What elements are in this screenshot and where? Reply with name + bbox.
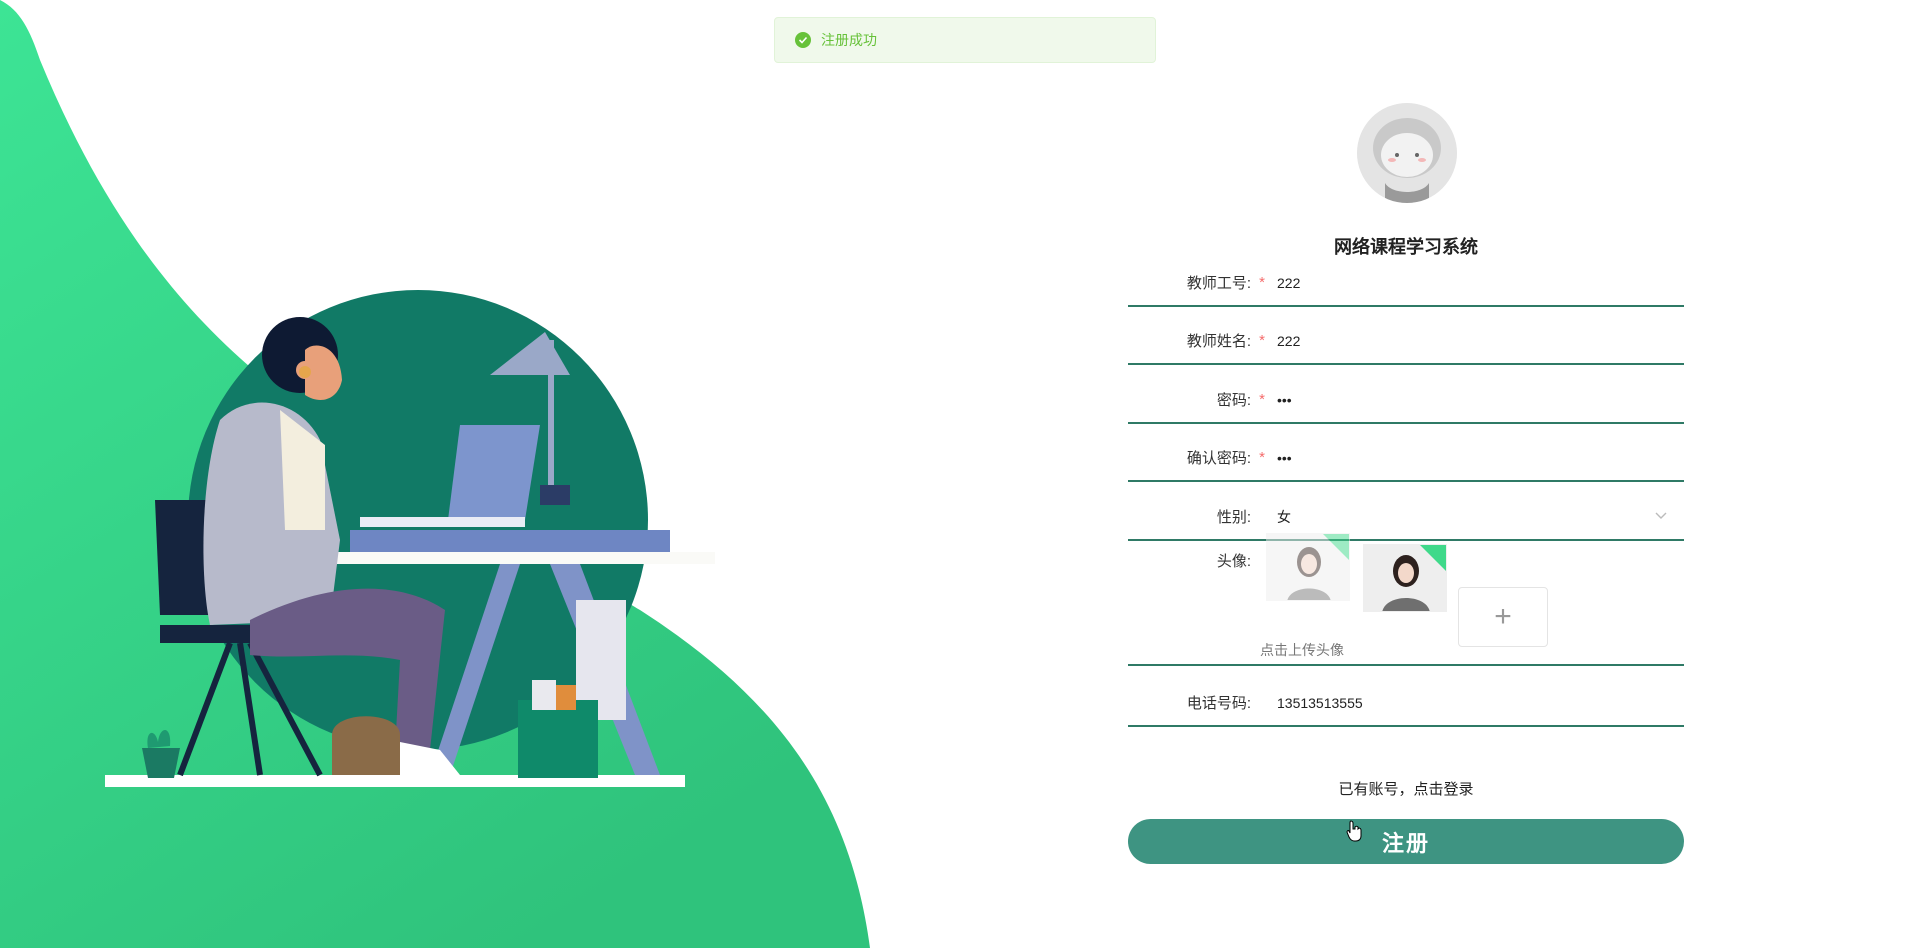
avatar-label: 头像: (1216, 553, 1251, 570)
password-input[interactable]: ••• (1277, 392, 1292, 408)
hand-cursor-icon (1346, 820, 1362, 842)
avatar-thumbnail[interactable] (1363, 544, 1447, 612)
avatar-upload-field: 头像: + 点击上传头像 (1128, 530, 1684, 666)
phone-label: 电话号码: (1186, 695, 1251, 712)
confirm-password-input[interactable]: ••• (1277, 450, 1292, 466)
phone-input[interactable]: 13513513555 (1277, 695, 1363, 711)
teacher-name-label: 教师姓名: (1186, 333, 1251, 350)
avatar-add-button[interactable]: + (1458, 587, 1548, 647)
password-label: 密码: (1216, 392, 1251, 409)
teacher-id-label: 教师工号: (1186, 275, 1251, 292)
avatar-thumbnail-dragging[interactable] (1266, 533, 1350, 601)
phone-field[interactable]: 电话号码: 13513513555 (1128, 680, 1684, 727)
teacher-name-input[interactable]: 222 (1277, 333, 1300, 349)
system-title: 网络课程学习系统 (1334, 237, 1478, 257)
required-mark: * (1259, 274, 1265, 291)
system-logo-avatar (1357, 103, 1457, 203)
woman-working-illustration (105, 290, 715, 787)
gender-label: 性别: (1216, 509, 1251, 526)
upload-avatar-hint[interactable]: 点击上传头像 (1260, 640, 1344, 660)
password-field[interactable]: 密码: * ••• (1128, 377, 1684, 424)
teacher-id-field[interactable]: 教师工号: * 222 (1128, 260, 1684, 307)
success-check-icon (795, 32, 811, 48)
confirm-password-label: 确认密码: (1186, 450, 1251, 467)
required-mark: * (1259, 449, 1265, 466)
gender-value[interactable]: 女 (1277, 507, 1291, 527)
chevron-down-icon[interactable] (1654, 508, 1668, 522)
teacher-id-input[interactable]: 222 (1277, 275, 1300, 291)
required-mark: * (1259, 332, 1265, 349)
success-toast: 注册成功 (774, 17, 1156, 63)
required-mark: * (1259, 391, 1265, 408)
confirm-password-field[interactable]: 确认密码: * ••• (1128, 435, 1684, 482)
teacher-name-field[interactable]: 教师姓名: * 222 (1128, 318, 1684, 365)
register-button[interactable]: 注册 (1128, 819, 1684, 864)
login-link[interactable]: 已有账号，点击登录 (1128, 778, 1684, 799)
toast-message: 注册成功 (821, 32, 877, 48)
